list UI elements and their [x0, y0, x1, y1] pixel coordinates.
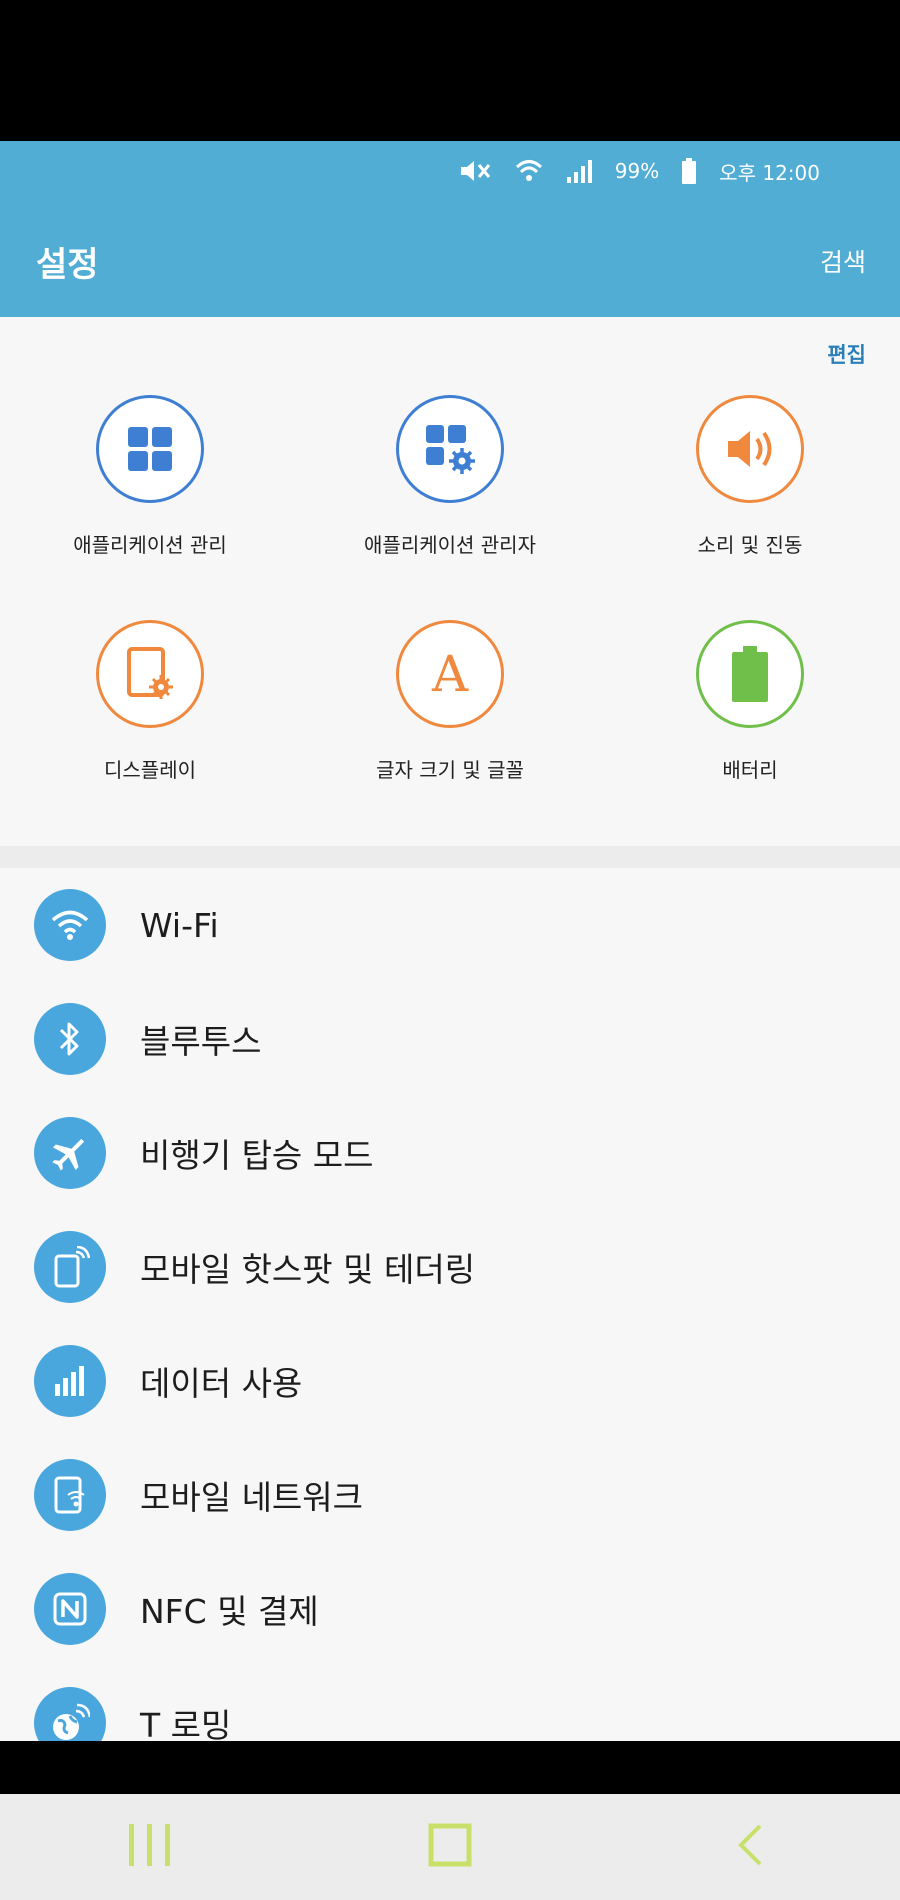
battery-percent: 99% [614, 159, 660, 183]
list-item-nfc[interactable]: NFC 및 결제 [0, 1552, 900, 1666]
top-bezel [0, 0, 900, 141]
page-title: 설정 [36, 245, 99, 285]
mute-icon [455, 159, 493, 183]
data-usage-icon [34, 1345, 106, 1417]
quick-tile-font[interactable]: A 글자 크기 및 글꼴 [320, 620, 580, 820]
list-item-data-usage[interactable]: 데이터 사용 [0, 1324, 900, 1438]
display-icon [96, 620, 204, 728]
list-item-label: 블루투스 [140, 1022, 262, 1061]
list-item-bluetooth[interactable]: 블루투스 [0, 982, 900, 1096]
tile-label: 디스플레이 [104, 758, 196, 782]
list-item-mobile-network[interactable]: 모바일 네트워크 [0, 1438, 900, 1552]
quick-settings-panel: 편집 애플리케이션 관리 애플리케이션 관리자 소리 및 진동 디스플레이 A … [0, 317, 900, 846]
battery-icon [681, 158, 697, 184]
navigation-bar [0, 1794, 900, 1900]
app-manager-icon [396, 395, 504, 503]
recent-apps-icon [127, 1824, 173, 1870]
back-icon [736, 1823, 764, 1871]
signal-icon [565, 159, 593, 183]
list-item-label: T 로밍 [140, 1706, 232, 1741]
home-button[interactable] [390, 1807, 510, 1887]
back-button[interactable] [690, 1807, 810, 1887]
recent-apps-button[interactable] [90, 1807, 210, 1887]
speaker-icon [696, 395, 804, 503]
bottom-bezel [0, 1741, 900, 1794]
quick-tile-sound[interactable]: 소리 및 진동 [620, 395, 880, 595]
list-item-label: 모바일 네트워크 [140, 1478, 364, 1517]
clock: 오후 12:00 [719, 160, 820, 185]
font-icon: A [396, 620, 504, 728]
wifi-icon [34, 889, 106, 961]
edit-button[interactable]: 편집 [827, 339, 866, 369]
hotspot-icon [34, 1231, 106, 1303]
list-item-wifi[interactable]: Wi-Fi [0, 868, 900, 982]
app-bar: 설정 검색 [0, 201, 900, 317]
list-item-airplane-mode[interactable]: 비행기 탑승 모드 [0, 1096, 900, 1210]
list-item-label: 데이터 사용 [140, 1364, 303, 1403]
mobile-network-icon [34, 1459, 106, 1531]
quick-tile-display[interactable]: 디스플레이 [20, 620, 280, 820]
list-item-label: Wi-Fi [140, 905, 219, 945]
settings-list: Wi-Fi 블루투스 비행기 탑승 모드 모바일 핫스팟 및 테더링 데이터 사… [0, 868, 900, 1741]
tile-label: 글자 크기 및 글꼴 [376, 758, 524, 782]
quick-tile-app-manager[interactable]: 애플리케이션 관리자 [320, 395, 580, 595]
tile-label: 배터리 [722, 758, 778, 782]
tile-label: 소리 및 진동 [697, 533, 803, 557]
quick-tile-battery[interactable]: 배터리 [620, 620, 880, 820]
list-item-label: 비행기 탑승 모드 [140, 1136, 374, 1175]
status-bar: 99% 오후 12:00 [0, 141, 900, 201]
nfc-icon [34, 1573, 106, 1645]
bluetooth-icon [34, 1003, 106, 1075]
home-icon [428, 1823, 472, 1871]
tile-label: 애플리케이션 관리 [73, 533, 227, 557]
battery-icon [696, 620, 804, 728]
settings-content[interactable]: 편집 애플리케이션 관리 애플리케이션 관리자 소리 및 진동 디스플레이 A … [0, 317, 900, 1741]
tile-label: 애플리케이션 관리자 [364, 533, 536, 557]
quick-tile-app-management[interactable]: 애플리케이션 관리 [20, 395, 280, 595]
roaming-icon [34, 1687, 106, 1741]
list-item-roaming[interactable]: T 로밍 [0, 1666, 900, 1741]
search-button[interactable]: 검색 [820, 243, 866, 279]
app-grid-icon [96, 395, 204, 503]
list-item-label: 모바일 핫스팟 및 테더링 [140, 1250, 476, 1289]
wifi-icon [515, 158, 543, 184]
airplane-icon [34, 1117, 106, 1189]
section-divider [0, 846, 900, 868]
list-item-hotspot[interactable]: 모바일 핫스팟 및 테더링 [0, 1210, 900, 1324]
list-item-label: NFC 및 결제 [140, 1592, 319, 1631]
